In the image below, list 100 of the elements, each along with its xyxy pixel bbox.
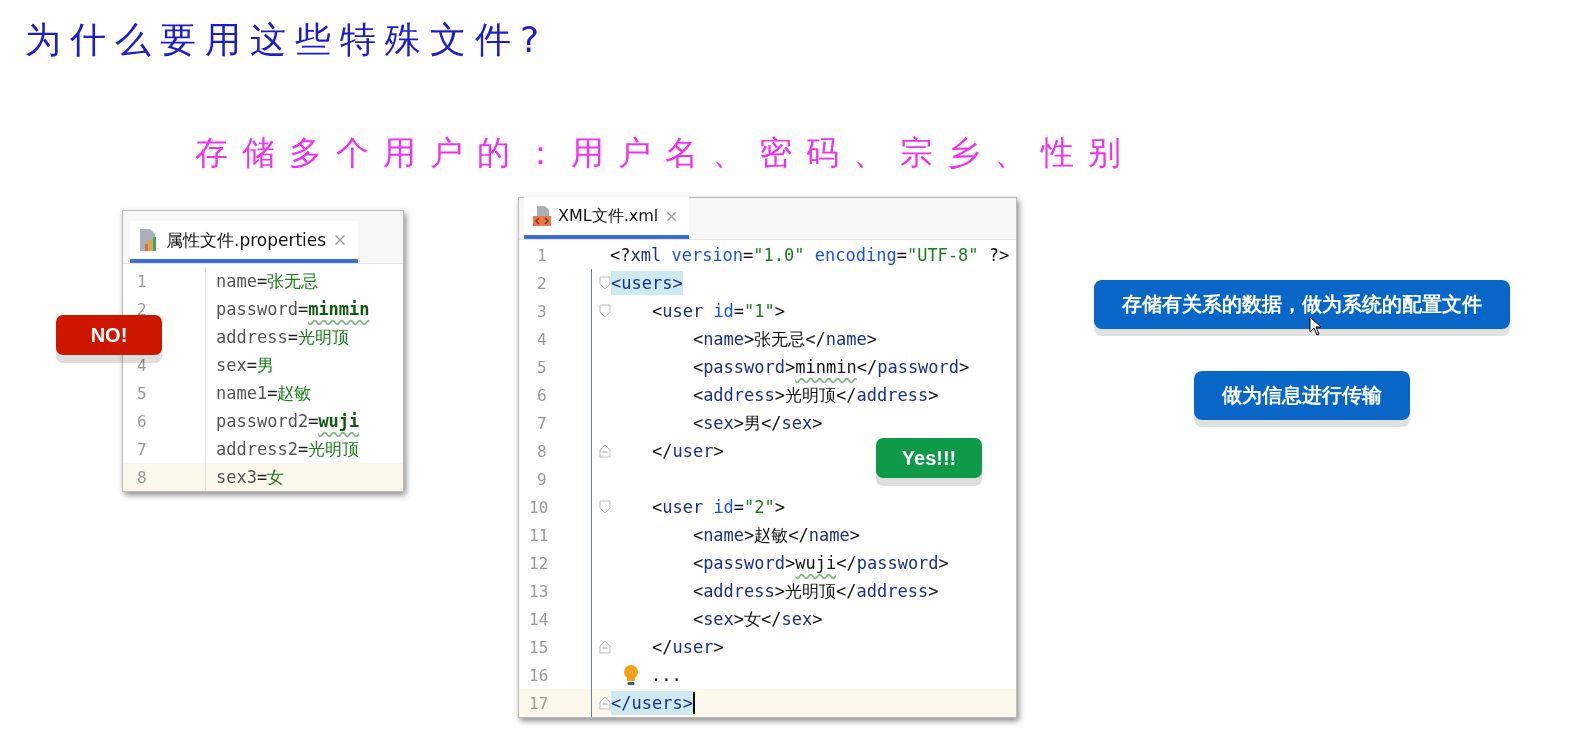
line-number: 12 bbox=[528, 553, 550, 573]
fold-icon[interactable] bbox=[599, 696, 611, 710]
code-token: "2" bbox=[744, 497, 775, 517]
code-token: address2 bbox=[216, 439, 298, 459]
line-number: 8 bbox=[136, 467, 148, 487]
fold-icon[interactable] bbox=[599, 304, 611, 318]
code-token: </ bbox=[836, 385, 857, 405]
code-token: user bbox=[672, 637, 714, 657]
code-token: < bbox=[650, 301, 663, 321]
code-token: = bbox=[297, 439, 309, 459]
code-token: address bbox=[703, 385, 775, 405]
code-token: address bbox=[216, 327, 288, 347]
code-token: = bbox=[297, 299, 309, 319]
code-token: encoding bbox=[814, 245, 897, 265]
code-token: < bbox=[691, 553, 704, 573]
code-token: 光明顶 bbox=[308, 437, 360, 461]
code-token: 张无忌 bbox=[267, 269, 319, 293]
code-token: id bbox=[713, 497, 734, 517]
line-number: 8 bbox=[536, 441, 548, 461]
code-token: < bbox=[691, 581, 704, 601]
line-number: 5 bbox=[536, 357, 548, 377]
code-token: </ bbox=[836, 581, 857, 601]
code-token: password bbox=[877, 357, 960, 377]
matched-tag: </users> bbox=[611, 691, 693, 715]
code-token: password bbox=[703, 553, 785, 573]
code-token: > bbox=[928, 385, 939, 405]
code-token: > bbox=[785, 357, 796, 377]
code-token: address bbox=[703, 581, 775, 601]
code-token: </ bbox=[788, 525, 809, 545]
code-token: address bbox=[856, 385, 929, 405]
code-token: = bbox=[246, 355, 257, 375]
file-code-icon bbox=[532, 205, 552, 227]
code-token: sex bbox=[781, 609, 813, 629]
code-token: > bbox=[785, 553, 796, 573]
code-token: </ bbox=[761, 609, 782, 629]
code-token: = bbox=[287, 327, 298, 347]
code-token: > bbox=[938, 553, 949, 573]
line-number: 4 bbox=[536, 329, 548, 349]
code-token: name bbox=[808, 525, 850, 545]
code-token: minmin bbox=[308, 299, 370, 319]
fold-icon[interactable] bbox=[599, 276, 611, 290]
code-token: password bbox=[856, 553, 939, 573]
code-token: <? bbox=[610, 245, 631, 265]
code-token: version bbox=[671, 245, 744, 265]
code-token: 光明顶 bbox=[785, 579, 837, 603]
code-token: password2 bbox=[216, 411, 309, 431]
line-number: 1 bbox=[536, 245, 548, 265]
code-token: = bbox=[896, 245, 907, 265]
code-token: </ bbox=[856, 357, 878, 377]
code-token: 光明顶 bbox=[297, 325, 349, 349]
code-token: name1 bbox=[216, 383, 268, 403]
line-number: 16 bbox=[528, 665, 550, 685]
code-token: 男 bbox=[744, 411, 762, 435]
code-token: > bbox=[812, 413, 823, 433]
line-number: 2 bbox=[536, 273, 548, 293]
code-token: = bbox=[256, 271, 268, 291]
use-case-label: 做为信息进行传输 bbox=[1194, 371, 1410, 420]
line-number: 10 bbox=[528, 497, 550, 517]
code-token: id bbox=[713, 301, 734, 321]
code-token: user bbox=[662, 301, 705, 321]
code-token: = bbox=[733, 301, 745, 321]
line-number: 15 bbox=[528, 637, 550, 657]
code-token: password bbox=[216, 299, 298, 319]
code-token: 女 bbox=[744, 607, 762, 631]
code-token: name bbox=[825, 329, 867, 349]
code-token: 女 bbox=[267, 465, 285, 489]
code-token: > bbox=[928, 581, 939, 601]
code-token: </ bbox=[836, 553, 857, 573]
line-number: 3 bbox=[536, 301, 548, 321]
line-number: 9 bbox=[536, 469, 548, 489]
code-token: sex bbox=[781, 413, 813, 433]
file-tab[interactable]: 属性文件.properties bbox=[130, 221, 359, 263]
code-token: > bbox=[774, 581, 786, 601]
code-token: = bbox=[733, 497, 745, 517]
code-token: 赵敏 bbox=[754, 523, 789, 547]
code-token: > bbox=[713, 441, 724, 461]
code-token: < bbox=[691, 329, 704, 349]
code-token: "1" bbox=[744, 301, 775, 321]
matched-tag: <users> bbox=[611, 271, 683, 295]
code-token: > bbox=[713, 637, 724, 657]
code-token: ... bbox=[651, 665, 682, 685]
code-token: > bbox=[774, 385, 786, 405]
code-token: > bbox=[774, 301, 786, 321]
code-token: < bbox=[691, 357, 704, 377]
file-tab[interactable]: XML文件.xml bbox=[524, 197, 690, 239]
fold-icon[interactable] bbox=[599, 444, 611, 458]
code-token: ?> bbox=[988, 245, 1010, 265]
code-token: < bbox=[650, 497, 663, 517]
fold-icon[interactable] bbox=[599, 640, 611, 654]
slide-subtitle: 存储多个用户的：用户名、密码、宗乡、性别 bbox=[195, 132, 1135, 174]
lightbulb-icon[interactable] bbox=[623, 664, 639, 686]
code-token: 张无忌 bbox=[754, 327, 806, 351]
code-token: > bbox=[866, 329, 877, 349]
code-token: </ bbox=[805, 329, 826, 349]
mouse-cursor-icon bbox=[1309, 316, 1323, 336]
line-number: 14 bbox=[528, 609, 550, 629]
code-token: </ bbox=[761, 413, 782, 433]
code-token: > bbox=[774, 497, 786, 517]
fold-icon[interactable] bbox=[599, 500, 611, 514]
line-number: 11 bbox=[528, 525, 550, 545]
